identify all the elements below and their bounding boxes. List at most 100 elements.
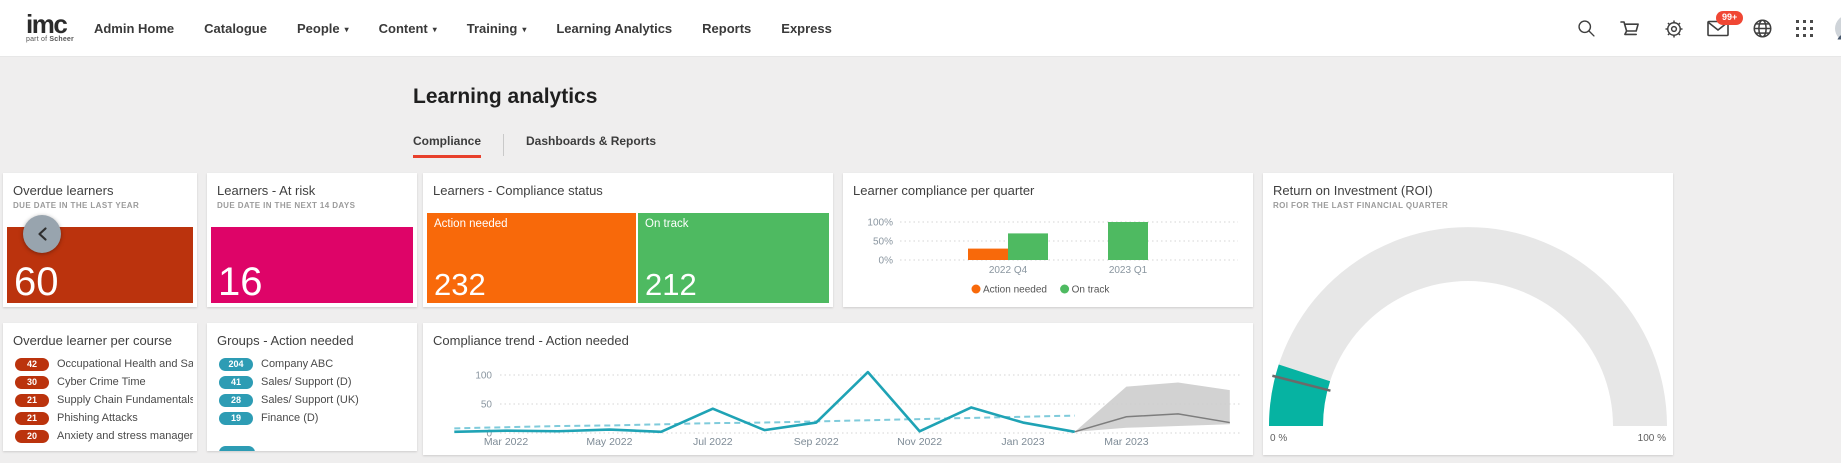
card-groups-action-needed[interactable]: Groups - Action needed 204Company ABC41S…	[207, 323, 417, 451]
card-title: Learners - At risk	[207, 173, 417, 198]
collapse-panel-button[interactable]	[23, 215, 61, 253]
list-item[interactable]: 30Cyber Crime Time	[15, 373, 193, 391]
list-item[interactable]: 19Finance (D)	[219, 409, 413, 427]
card-title: Learners - Compliance status	[423, 173, 833, 198]
count-pill: 41	[219, 376, 253, 389]
nav-item-label: Learning Analytics	[556, 21, 672, 36]
status-segment-action-needed[interactable]: Action needed232	[427, 213, 636, 303]
card-compliance-per-quarter[interactable]: Learner compliance per quarter 0%50%100%…	[843, 173, 1253, 307]
messages-icon[interactable]: 99+	[1707, 20, 1729, 37]
card-subtitle: DUE DATE IN THE NEXT 14 DAYS	[207, 198, 417, 210]
status-segment-value: 232	[434, 269, 486, 302]
nav-item-label: Training	[467, 21, 518, 36]
navbar-icons: 99+	[1576, 0, 1841, 57]
list-item[interactable]: 204Company ABC	[219, 355, 413, 373]
list-item[interactable]: 28 Sales/ Support (UK)	[219, 391, 413, 409]
nav-item-label: Content	[379, 21, 428, 36]
shopping-cart-icon[interactable]	[1619, 18, 1641, 40]
card-title: Overdue learner per course	[3, 323, 197, 348]
list-item-label: Supply Chain Fundamentals	[57, 394, 193, 406]
trend-line-chart: 050100Mar 2022May 2022Jul 2022Sep 2022No…	[423, 323, 1253, 455]
nav-item-express[interactable]: Express	[781, 21, 832, 36]
nav-item-admin-home[interactable]: Admin Home	[94, 21, 174, 36]
card-overdue-per-course[interactable]: Overdue learner per course 42 Occupationa…	[3, 323, 197, 451]
list-item-label: Anxiety and stress managem	[57, 430, 193, 442]
legend-dot-action-needed	[972, 285, 981, 294]
svg-text:Nov 2022: Nov 2022	[897, 436, 942, 448]
nav-item-reports[interactable]: Reports	[702, 21, 751, 36]
legend-label: Action needed	[983, 285, 1047, 296]
at-risk-count: 16	[218, 261, 263, 303]
nav-item-learning-analytics[interactable]: Learning Analytics	[556, 21, 672, 36]
count-pill: 21	[15, 394, 49, 407]
nav-item-content[interactable]: Content ▾	[379, 21, 437, 36]
card-learners-at-risk[interactable]: Learners - At risk DUE DATE IN THE NEXT …	[207, 173, 417, 307]
notification-badge: 99+	[1716, 11, 1743, 25]
trend-dashed-line	[454, 416, 1074, 429]
list-item-label: Sales/ Support (UK)	[261, 394, 359, 406]
tab-bar: Compliance Dashboards & Reports	[413, 134, 656, 158]
list-item[interactable]: 21Phishing Attacks	[15, 409, 193, 427]
list-item[interactable]: 42 Occupational Health and Saf	[15, 355, 193, 373]
gauge-track	[1269, 227, 1667, 426]
count-pill: 42	[15, 358, 49, 371]
search-icon[interactable]	[1576, 18, 1597, 39]
nav-item-label: Catalogue	[204, 21, 267, 36]
gauge-min-label: 0 %	[1270, 433, 1287, 444]
tab-compliance[interactable]: Compliance	[413, 134, 481, 158]
svg-text:2023 Q1: 2023 Q1	[1109, 265, 1148, 276]
svg-text:Mar 2023: Mar 2023	[1104, 436, 1149, 448]
count-pill: 20	[15, 430, 49, 443]
card-compliance-status[interactable]: Learners - Compliance status Action need…	[423, 173, 833, 307]
tab-separator	[503, 134, 504, 156]
nav-item-label: Express	[781, 21, 832, 36]
bar-2023-q1-on-track	[1108, 222, 1148, 260]
svg-text:2022 Q4: 2022 Q4	[989, 265, 1028, 276]
list-item[interactable]: 41 Sales/ Support (D)	[219, 373, 413, 391]
nav-item-label: Admin Home	[94, 21, 174, 36]
nav-item-people[interactable]: People▾	[297, 21, 349, 36]
card-roi-gauge[interactable]: Return on Investment (ROI) ROI FOR THE L…	[1263, 173, 1673, 455]
language-globe-icon[interactable]	[1751, 17, 1774, 40]
svg-text:Mar 2022: Mar 2022	[484, 436, 529, 448]
list-item-label: Company ABC	[261, 358, 333, 370]
nav-item-label: People	[297, 21, 340, 36]
count-pill	[219, 446, 255, 452]
quarter-bar-chart: 0%50%100%2022 Q42023 Q1Action neededOn t…	[843, 213, 1253, 307]
card-compliance-trend[interactable]: Compliance trend - Action needed 050100M…	[423, 323, 1253, 455]
card-overdue-learners[interactable]: Overdue learners DUE DATE IN THE LAST YE…	[3, 173, 197, 307]
list-item-label: Cyber Crime Time	[57, 376, 146, 388]
compliance-status-blocks: Action needed232On track212	[427, 213, 829, 303]
app-window: imc part of Scheer Admin Home Catalogue Pe…	[0, 0, 1841, 463]
top-navbar: imc part of Scheer Admin Home Catalogue Pe…	[0, 0, 1841, 57]
count-pill: 28	[219, 394, 253, 407]
settings-gear-icon[interactable]	[1663, 18, 1685, 40]
card-title: Learner compliance per quarter	[843, 173, 1253, 198]
status-segment-on-track[interactable]: On track212	[638, 213, 829, 303]
imc-logo[interactable]: imc part of Scheer	[26, 13, 74, 43]
list-item-label: Phishing Attacks	[57, 412, 138, 424]
overdue-count: 60	[14, 261, 59, 303]
chevron-left-icon	[37, 226, 48, 242]
nav-item-catalogue[interactable]: Catalogue	[204, 21, 267, 36]
svg-text:May 2022: May 2022	[586, 436, 632, 448]
tab-dashboards-reports[interactable]: Dashboards & Reports	[526, 134, 656, 158]
svg-text:50%: 50%	[873, 237, 893, 248]
logo-text: imc	[26, 13, 74, 35]
list-item[interactable]: 21 Supply Chain Fundamentals	[15, 391, 193, 409]
app-grid-icon[interactable]	[1796, 20, 1813, 37]
chevron-down-icon: ▾	[522, 25, 526, 34]
list-item[interactable]: 20 Anxiety and stress managem	[15, 427, 193, 445]
card-subtitle: DUE DATE IN THE LAST YEAR	[3, 198, 197, 210]
logo-subtext: part of Scheer	[26, 36, 74, 43]
chevron-down-icon: ▾	[433, 25, 437, 34]
user-avatar[interactable]	[1835, 15, 1841, 42]
at-risk-value-block: 16	[211, 227, 413, 303]
nav-item-training[interactable]: Training ▾	[467, 21, 527, 36]
list-item-label: Sales/ Support (D)	[261, 376, 351, 388]
svg-text:0%: 0%	[879, 256, 894, 267]
list-item-label: Occupational Health and Saf	[57, 358, 193, 370]
svg-text:50: 50	[481, 400, 493, 411]
bar-2022-q4-action-needed	[968, 249, 1008, 260]
list-item-partial	[219, 443, 413, 451]
